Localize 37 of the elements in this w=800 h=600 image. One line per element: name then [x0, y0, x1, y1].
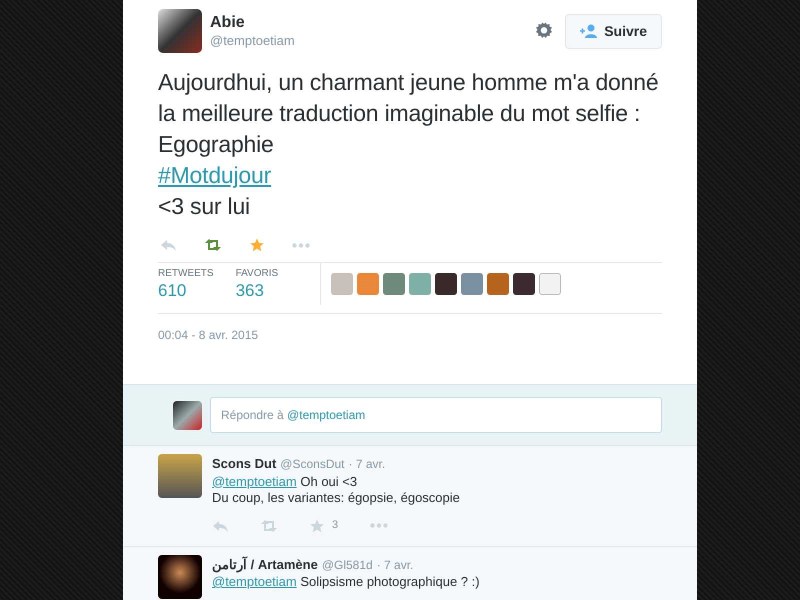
avatar-photo	[158, 554, 202, 598]
star-icon[interactable]	[310, 518, 324, 532]
stat-count[interactable]: 363	[236, 280, 278, 302]
favoriter-avatar[interactable]	[513, 273, 536, 295]
tweet-timestamp: 00:04 - 8 avr. 2015	[158, 327, 260, 344]
reply-time[interactable]: · 7 avr.	[376, 556, 414, 574]
reply-handle[interactable]: @Gl581d	[322, 556, 373, 574]
stat-label: RETWEETS	[158, 268, 214, 280]
avatar-photo	[158, 454, 202, 498]
reply-time[interactable]: · 7 avr.	[348, 455, 386, 473]
add-user-icon	[580, 24, 598, 38]
favoriter-avatar[interactable]	[435, 273, 458, 295]
retweet-icon[interactable]	[204, 239, 222, 251]
stat-label: FAVORIS	[236, 268, 278, 280]
reply-text: @temptoetiam Solipsisme photographique ? :)	[212, 574, 481, 590]
reply-handle[interactable]: @SconsDut	[280, 455, 345, 473]
reply-icon[interactable]	[160, 239, 176, 251]
favorite-count: 3	[332, 518, 338, 534]
settings-icon[interactable]	[535, 22, 554, 40]
user-handle: @temptoetiam	[210, 33, 296, 49]
reply-author-name[interactable]: آرتامن / Artamène	[212, 554, 318, 574]
user-name: Abie	[210, 13, 246, 33]
stat-count[interactable]: 610	[158, 280, 214, 302]
tweet-text: Aujourdhui, un charmant jeune homme m'a donné la meilleure traduction imaginable du mot selfie : Egographie #Motdujour <3 sur lui	[158, 68, 660, 221]
hashtag-link[interactable]: #Motdujour	[158, 162, 272, 188]
more-icon[interactable]	[370, 523, 388, 528]
reply-author-name[interactable]: Scons Dut	[212, 454, 276, 474]
follow-button[interactable]: Suivre	[565, 14, 662, 48]
reply-icon[interactable]	[212, 520, 228, 532]
star-icon[interactable]	[250, 238, 264, 252]
more-icon[interactable]	[292, 242, 310, 248]
mention-link[interactable]: @temptoetiam	[212, 574, 297, 589]
reply-text: @temptoetiam Oh oui <3 Du coup, les variantes: égopsie, égoscopie	[212, 474, 461, 506]
avatar-photo	[158, 9, 202, 53]
avatar-photo	[173, 400, 202, 430]
reply-field[interactable]: Répondre à @temptoetiam	[210, 397, 662, 433]
mention-link[interactable]: @temptoetiam	[212, 474, 297, 488]
